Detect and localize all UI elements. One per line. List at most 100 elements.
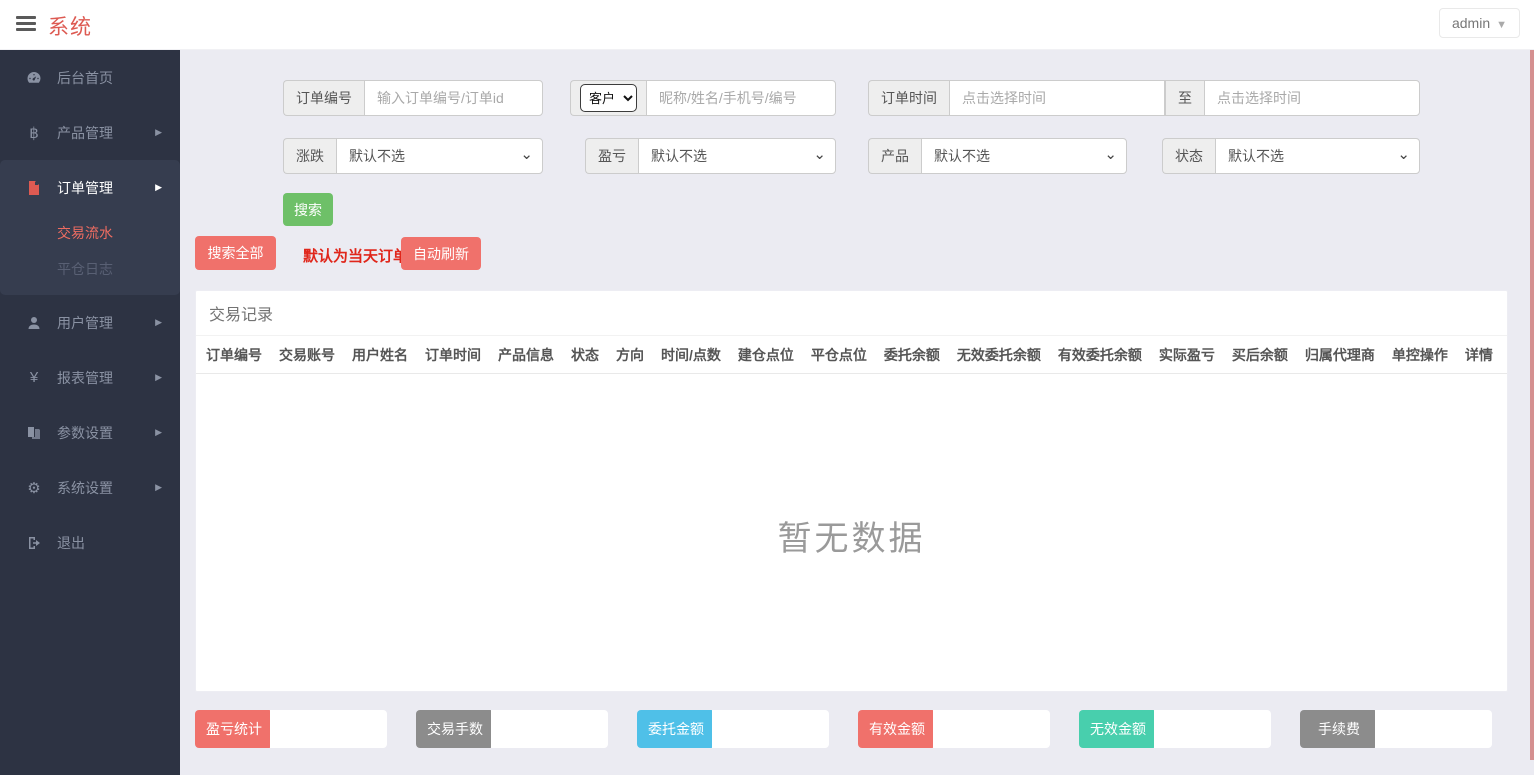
stat-value: [1375, 710, 1492, 748]
chevron-right-icon: ▶: [155, 317, 162, 328]
stat-label: 有效金额: [858, 710, 936, 748]
col-header: 时间/点数: [661, 345, 721, 365]
default-today-note: 默认为当天订单: [303, 245, 408, 266]
sidebar-item-label: 参数设置: [57, 423, 113, 443]
sidebar-item-label: 系统设置: [57, 478, 113, 498]
yen-icon: ¥: [24, 369, 44, 386]
summary-stats-row: 盈亏统计 交易手数 委托金额 有效金额 无效金额 手续费: [195, 710, 1510, 748]
stat-entrust-amount: 委托金额: [637, 710, 829, 748]
sidebar-item-settings[interactable]: ⚙ 系统设置 ▶: [0, 460, 180, 515]
col-header: 订单时间: [425, 345, 481, 365]
stat-label: 无效金额: [1079, 710, 1157, 748]
user-dropdown[interactable]: admin ▼: [1439, 8, 1520, 38]
auto-refresh-button[interactable]: 自动刷新: [401, 237, 481, 270]
panel-title: 交易记录: [196, 291, 1507, 336]
table-body-empty: 暂无数据: [196, 374, 1507, 696]
order-no-label: 订单编号: [283, 80, 364, 116]
dashboard-icon: [24, 70, 44, 86]
submenu-label: 平仓日志: [57, 259, 113, 279]
col-header: 产品信息: [498, 345, 554, 365]
search-button[interactable]: 搜索: [283, 193, 333, 226]
sidebar-item-label: 后台首页: [57, 68, 113, 88]
sidebar: 后台首页 ฿ 产品管理 ▶ 订单管理 ▶ 交易流水 平仓日志 用户管理 ▶ ¥ …: [0, 50, 180, 775]
sidebar-subitem-close-log[interactable]: 平仓日志: [0, 251, 180, 287]
trade-records-panel: 交易记录 订单编号 交易账号 用户姓名 订单时间 产品信息 状态 方向 时间/点…: [195, 290, 1508, 692]
col-header: 方向: [616, 345, 644, 365]
updown-group: 涨跌 默认不选 ⌄: [283, 138, 543, 174]
status-label: 状态: [1162, 138, 1215, 174]
user-icon: [24, 315, 44, 331]
stat-valid-amount: 有效金额: [858, 710, 1050, 748]
order-time-group: 订单时间 至: [868, 80, 1420, 116]
bitcoin-icon: ฿: [24, 124, 44, 142]
chevron-right-icon: ▶: [155, 182, 162, 193]
stat-value: [1154, 710, 1271, 748]
sidebar-item-params[interactable]: 参数设置 ▶: [0, 405, 180, 460]
customer-type-addon: 客户: [570, 80, 646, 116]
order-no-group: 订单编号: [283, 80, 543, 116]
time-to-input[interactable]: [1204, 80, 1420, 116]
customer-group: 客户: [570, 80, 836, 116]
gears-icon: ⚙: [24, 479, 44, 497]
sidebar-item-label: 订单管理: [57, 178, 113, 198]
sidebar-item-reports[interactable]: ¥ 报表管理 ▶: [0, 350, 180, 405]
col-header: 状态: [571, 345, 599, 365]
stat-fee: 手续费: [1300, 710, 1492, 748]
submenu-label: 交易流水: [57, 223, 113, 243]
col-header: 实际盈亏: [1159, 345, 1215, 365]
hamburger-menu-icon[interactable]: [16, 16, 36, 32]
sidebar-item-users[interactable]: 用户管理 ▶: [0, 295, 180, 350]
sidebar-subitem-trade-flow[interactable]: 交易流水: [0, 215, 180, 251]
sidebar-item-orders[interactable]: 订单管理 ▶: [0, 160, 180, 215]
params-icon: [24, 425, 44, 441]
col-header: 用户姓名: [352, 345, 408, 365]
customer-input[interactable]: [646, 80, 836, 116]
col-header: 订单编号: [206, 345, 262, 365]
order-time-label: 订单时间: [868, 80, 949, 116]
logout-icon: [24, 535, 44, 551]
caret-down-icon: ▼: [1496, 19, 1507, 31]
stat-profit-total: 盈亏统计: [195, 710, 387, 748]
col-header: 详情: [1465, 345, 1493, 365]
main-content: 订单编号 客户 订单时间 至 涨跌 默认不选 ⌄ 盈亏 默认不选 ⌄ 产品: [180, 50, 1534, 775]
stat-value: [491, 710, 608, 748]
search-all-button[interactable]: 搜索全部: [195, 236, 276, 270]
sidebar-item-label: 产品管理: [57, 123, 113, 143]
sidebar-item-label: 退出: [57, 533, 85, 553]
brand-title: 系统: [48, 11, 92, 41]
table-header-row: 订单编号 交易账号 用户姓名 订单时间 产品信息 状态 方向 时间/点数 建仓点…: [196, 336, 1507, 374]
sidebar-item-products[interactable]: ฿ 产品管理 ▶: [0, 105, 180, 160]
profit-group: 盈亏 默认不选 ⌄: [585, 138, 836, 174]
vertical-scrollbar[interactable]: [1530, 50, 1534, 760]
sidebar-item-dashboard[interactable]: 后台首页: [0, 50, 180, 105]
updown-select[interactable]: 默认不选: [336, 138, 543, 174]
chevron-right-icon: ▶: [155, 127, 162, 138]
col-header: 买后余额: [1232, 345, 1288, 365]
user-name: admin: [1452, 15, 1490, 31]
stat-value: [270, 710, 387, 748]
col-header: 无效委托余额: [957, 345, 1041, 365]
stat-invalid-amount: 无效金额: [1079, 710, 1271, 748]
sidebar-group-orders: 订单管理 ▶ 交易流水 平仓日志: [0, 160, 180, 295]
order-no-input[interactable]: [364, 80, 543, 116]
time-from-input[interactable]: [949, 80, 1165, 116]
empty-state-text: 暂无数据: [778, 511, 926, 560]
stat-label: 盈亏统计: [195, 710, 273, 748]
col-header: 有效委托余额: [1058, 345, 1142, 365]
profit-label: 盈亏: [585, 138, 638, 174]
customer-type-select[interactable]: 客户: [580, 84, 637, 112]
status-select[interactable]: 默认不选: [1215, 138, 1420, 174]
top-header: 系统 admin ▼: [0, 0, 1534, 50]
stat-label: 委托金额: [637, 710, 715, 748]
col-header: 归属代理商: [1305, 345, 1375, 365]
sidebar-item-logout[interactable]: 退出: [0, 515, 180, 570]
to-label: 至: [1165, 80, 1204, 116]
sidebar-item-label: 用户管理: [57, 313, 113, 333]
status-group: 状态 默认不选 ⌄: [1162, 138, 1420, 174]
col-header: 建仓点位: [738, 345, 794, 365]
chevron-right-icon: ▶: [155, 372, 162, 383]
col-header: 交易账号: [279, 345, 335, 365]
product-select[interactable]: 默认不选: [921, 138, 1127, 174]
updown-label: 涨跌: [283, 138, 336, 174]
profit-select[interactable]: 默认不选: [638, 138, 836, 174]
